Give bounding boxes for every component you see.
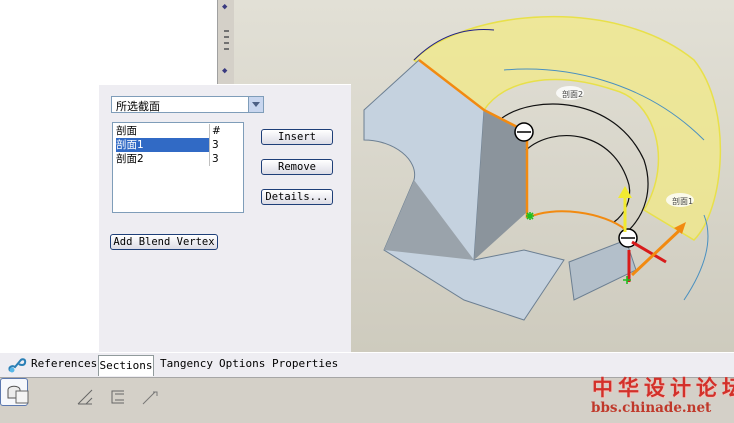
scroll-up-icon[interactable]: ◆ — [222, 2, 227, 12]
surface-icon[interactable] — [9, 384, 35, 410]
tab-properties[interactable]: Properties — [272, 357, 338, 370]
section-label-1: 剖面1 — [666, 193, 694, 207]
part-top-face — [363, 59, 565, 321]
transition-icon[interactable] — [137, 384, 163, 410]
start-vertex-icon — [526, 212, 534, 220]
scroll-grip-2 — [224, 36, 229, 38]
section-list-header: 剖面 # — [114, 124, 242, 138]
scroll-grip-3 — [224, 42, 229, 44]
section-label-2: 剖面2 — [556, 86, 584, 100]
references-icon[interactable] — [6, 355, 28, 375]
section-set-value: 所选截面 — [116, 100, 160, 113]
svg-text:剖面1: 剖面1 — [672, 196, 693, 206]
watermark-chinese: 中华设计论坛 — [592, 375, 734, 400]
section-name: 剖面1 — [116, 138, 210, 152]
thicken-icon[interactable] — [72, 384, 98, 410]
axis-x-arrow — [630, 226, 684, 277]
section-count: 3 — [212, 153, 219, 165]
column-header-name: 剖面 — [116, 124, 210, 138]
dashboard-bar: 中华设计论坛 bbs.chinade.net — [0, 375, 734, 423]
insert-button[interactable]: Insert — [261, 129, 333, 145]
svg-text:剖面2: 剖面2 — [562, 89, 583, 99]
section-name: 剖面2 — [116, 152, 210, 166]
orange-bottom-edge — [526, 210, 627, 231]
chevron-down-icon[interactable] — [248, 97, 263, 112]
tab-sections[interactable]: Sections — [98, 355, 154, 376]
section-row-1[interactable]: 剖面1 3 — [114, 138, 242, 152]
section-curve-2 — [525, 135, 631, 223]
tab-references[interactable]: References — [31, 357, 97, 370]
watermark-url: bbs.chinade.net — [591, 400, 712, 416]
tab-tangency[interactable]: Tangency — [160, 357, 213, 370]
column-header-count: # — [212, 125, 221, 137]
trim-icon[interactable] — [104, 384, 130, 410]
section-row-2[interactable]: 剖面2 3 — [114, 152, 242, 166]
section-set-select[interactable]: 所选截面 — [111, 96, 264, 113]
details-button[interactable]: Details... — [261, 189, 333, 205]
section-list[interactable]: 剖面 # 剖面1 3 剖面2 3 — [112, 122, 244, 213]
remove-button[interactable]: Remove — [261, 159, 333, 175]
sections-panel: 所选截面 剖面 # 剖面1 3 剖面2 3 Insert Remove Deta… — [98, 84, 351, 353]
tab-options[interactable]: Options — [219, 357, 265, 370]
add-blend-vertex-button[interactable]: Add Blend Vertex — [110, 234, 218, 250]
scroll-down-icon[interactable]: ◆ — [222, 66, 227, 76]
part-slot — [568, 239, 637, 301]
scroll-grip-4 — [224, 48, 229, 50]
section-count: 3 — [212, 139, 219, 151]
scroll-grip-1 — [224, 30, 229, 32]
watermark: 中华设计论坛 bbs.chinade.net — [588, 370, 734, 422]
tree-scrollbar[interactable]: ◆ ◆ — [217, 0, 235, 88]
